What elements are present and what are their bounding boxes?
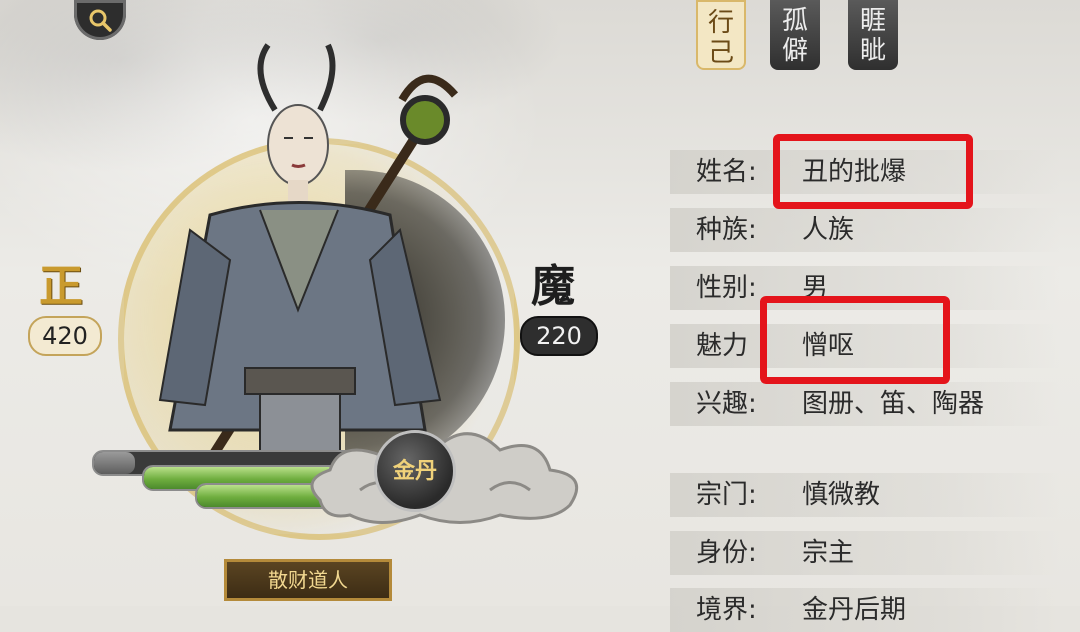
golden-core-badge-text: 金丹: [392, 458, 437, 484]
character-title-plate: 散财道人: [224, 559, 392, 601]
profile-row-race: 种族: 人族: [670, 208, 1060, 252]
righteous-score: 420: [28, 316, 102, 356]
profile-value: 人族: [802, 215, 855, 245]
tab-trait-3[interactable]: 睚 眦: [848, 0, 898, 70]
tab-label: 睚 眦: [859, 6, 886, 66]
profile-row-identity: 身份: 宗主: [670, 531, 1060, 575]
profile-label: 姓名:: [696, 157, 757, 187]
profile-label: 种族:: [696, 215, 757, 245]
profile-label: 兴趣:: [696, 389, 757, 419]
profile-label: 境界:: [696, 595, 757, 625]
profile-label: 性别:: [696, 273, 757, 303]
tab-trait-1[interactable]: 行 己: [696, 0, 746, 70]
profile-label: 身份:: [696, 538, 757, 568]
profile-label: 魅力: [696, 331, 749, 361]
righteous-alignment-label: 正: [39, 261, 83, 312]
profile-value: 慎微教: [802, 480, 881, 510]
tab-label: 孤 僻: [781, 6, 808, 66]
profile-label: 宗门:: [696, 480, 757, 510]
profile-row-sect: 宗门: 慎微教: [670, 473, 1060, 517]
profile-value: 金丹后期: [802, 595, 907, 625]
highlight-box-name: [773, 134, 973, 209]
golden-core-badge[interactable]: 金丹: [374, 430, 456, 512]
search-icon: [89, 9, 112, 32]
profile-row-hobbies: 兴趣: 图册、笛、陶器: [670, 382, 1060, 426]
tab-trait-2[interactable]: 孤 僻: [770, 0, 820, 70]
character-portrait: [158, 43, 459, 460]
profile-value: 图册、笛、陶器: [802, 389, 985, 419]
highlight-box-charm: [760, 296, 950, 384]
demonic-alignment-label: 魔: [531, 261, 575, 312]
status-bar-1-fill: [94, 452, 135, 474]
demonic-score: 220: [520, 316, 598, 356]
profile-value: 宗主: [802, 538, 855, 568]
profile-row-realm: 境界: 金丹后期: [670, 588, 1060, 632]
tab-label: 行 己: [707, 8, 734, 68]
